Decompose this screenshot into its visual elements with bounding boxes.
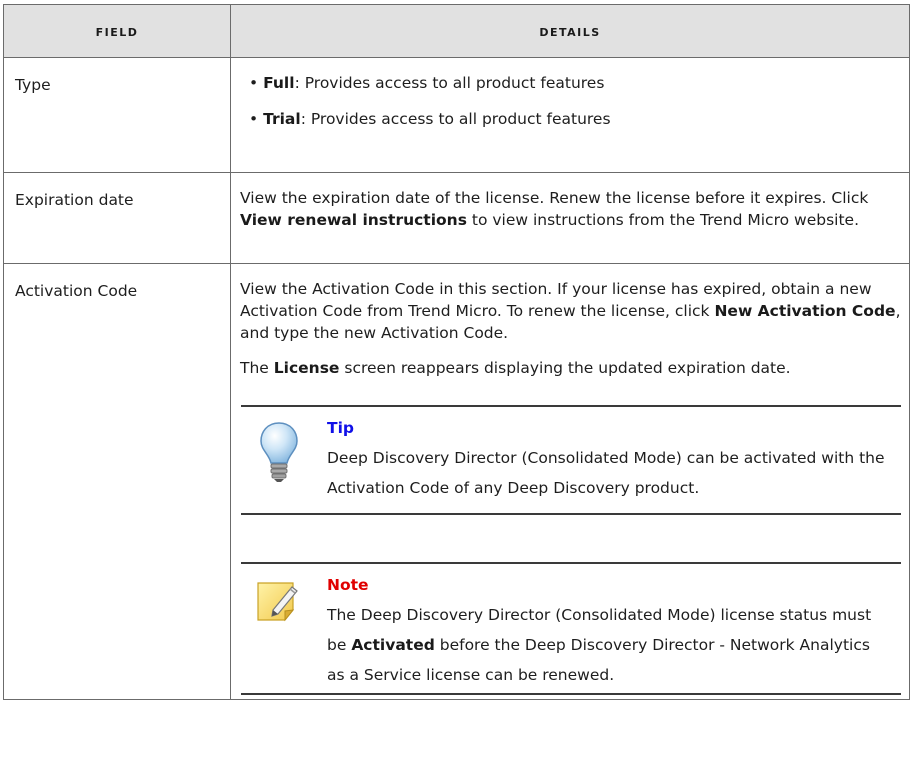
- field-cell-type: Type: [3, 57, 231, 173]
- item-text: : Provides access to all product feature…: [300, 110, 611, 128]
- text-run: The: [240, 359, 274, 377]
- details-cell-activation: View the Activation Code in this section…: [230, 263, 910, 700]
- table-header-row: Field Details: [3, 4, 910, 58]
- view-renewal-instructions-label: View renewal instructions: [240, 211, 467, 229]
- header-details: Details: [230, 4, 910, 58]
- note-body: The Deep Discovery Director (Consolidate…: [327, 600, 891, 690]
- license-fields-table: Field Details Type • Full: Provides acce…: [3, 4, 910, 700]
- paragraph: View the expiration date of the license.…: [240, 187, 907, 231]
- new-activation-code-label: New Activation Code: [714, 302, 896, 320]
- table-row: Activation Code View the Activation Code…: [3, 263, 910, 700]
- term-trial: Trial: [263, 110, 301, 128]
- note-pencil-icon: [255, 580, 301, 630]
- license-screen-label: License: [273, 359, 340, 377]
- note-callout: Note The Deep Discovery Director (Consol…: [241, 562, 901, 695]
- item-text: : Provides access to all product feature…: [294, 74, 605, 92]
- table-row: Expiration date View the expiration date…: [3, 172, 910, 264]
- text-run: to view instructions from the Trend Micr…: [466, 211, 859, 229]
- text-run: View the expiration date of the license.…: [240, 189, 869, 207]
- paragraph: The License screen reappears displaying …: [240, 357, 907, 379]
- tip-callout: Tip Deep Discovery Director (Consolidate…: [241, 405, 901, 515]
- text-run: screen reappears displaying the updated …: [339, 359, 791, 377]
- header-field: Field: [3, 4, 231, 58]
- note-title: Note: [327, 576, 369, 594]
- lightbulb-icon: [258, 420, 300, 490]
- activated-status-label: Activated: [351, 636, 435, 654]
- field-cell-expiration: Expiration date: [3, 172, 231, 264]
- term-full: Full: [263, 74, 295, 92]
- list-item: • Full: Provides access to all product f…: [249, 74, 605, 92]
- tip-body: Deep Discovery Director (Consolidated Mo…: [327, 449, 885, 497]
- tip-title: Tip: [327, 419, 354, 437]
- table-row: Type • Full: Provides access to all prod…: [3, 57, 910, 173]
- details-cell-expiration: View the expiration date of the license.…: [230, 172, 910, 264]
- paragraph: View the Activation Code in this section…: [240, 278, 907, 344]
- field-cell-activation: Activation Code: [3, 263, 231, 700]
- details-cell-type: • Full: Provides access to all product f…: [230, 57, 910, 173]
- list-item: • Trial: Provides access to all product …: [249, 110, 611, 128]
